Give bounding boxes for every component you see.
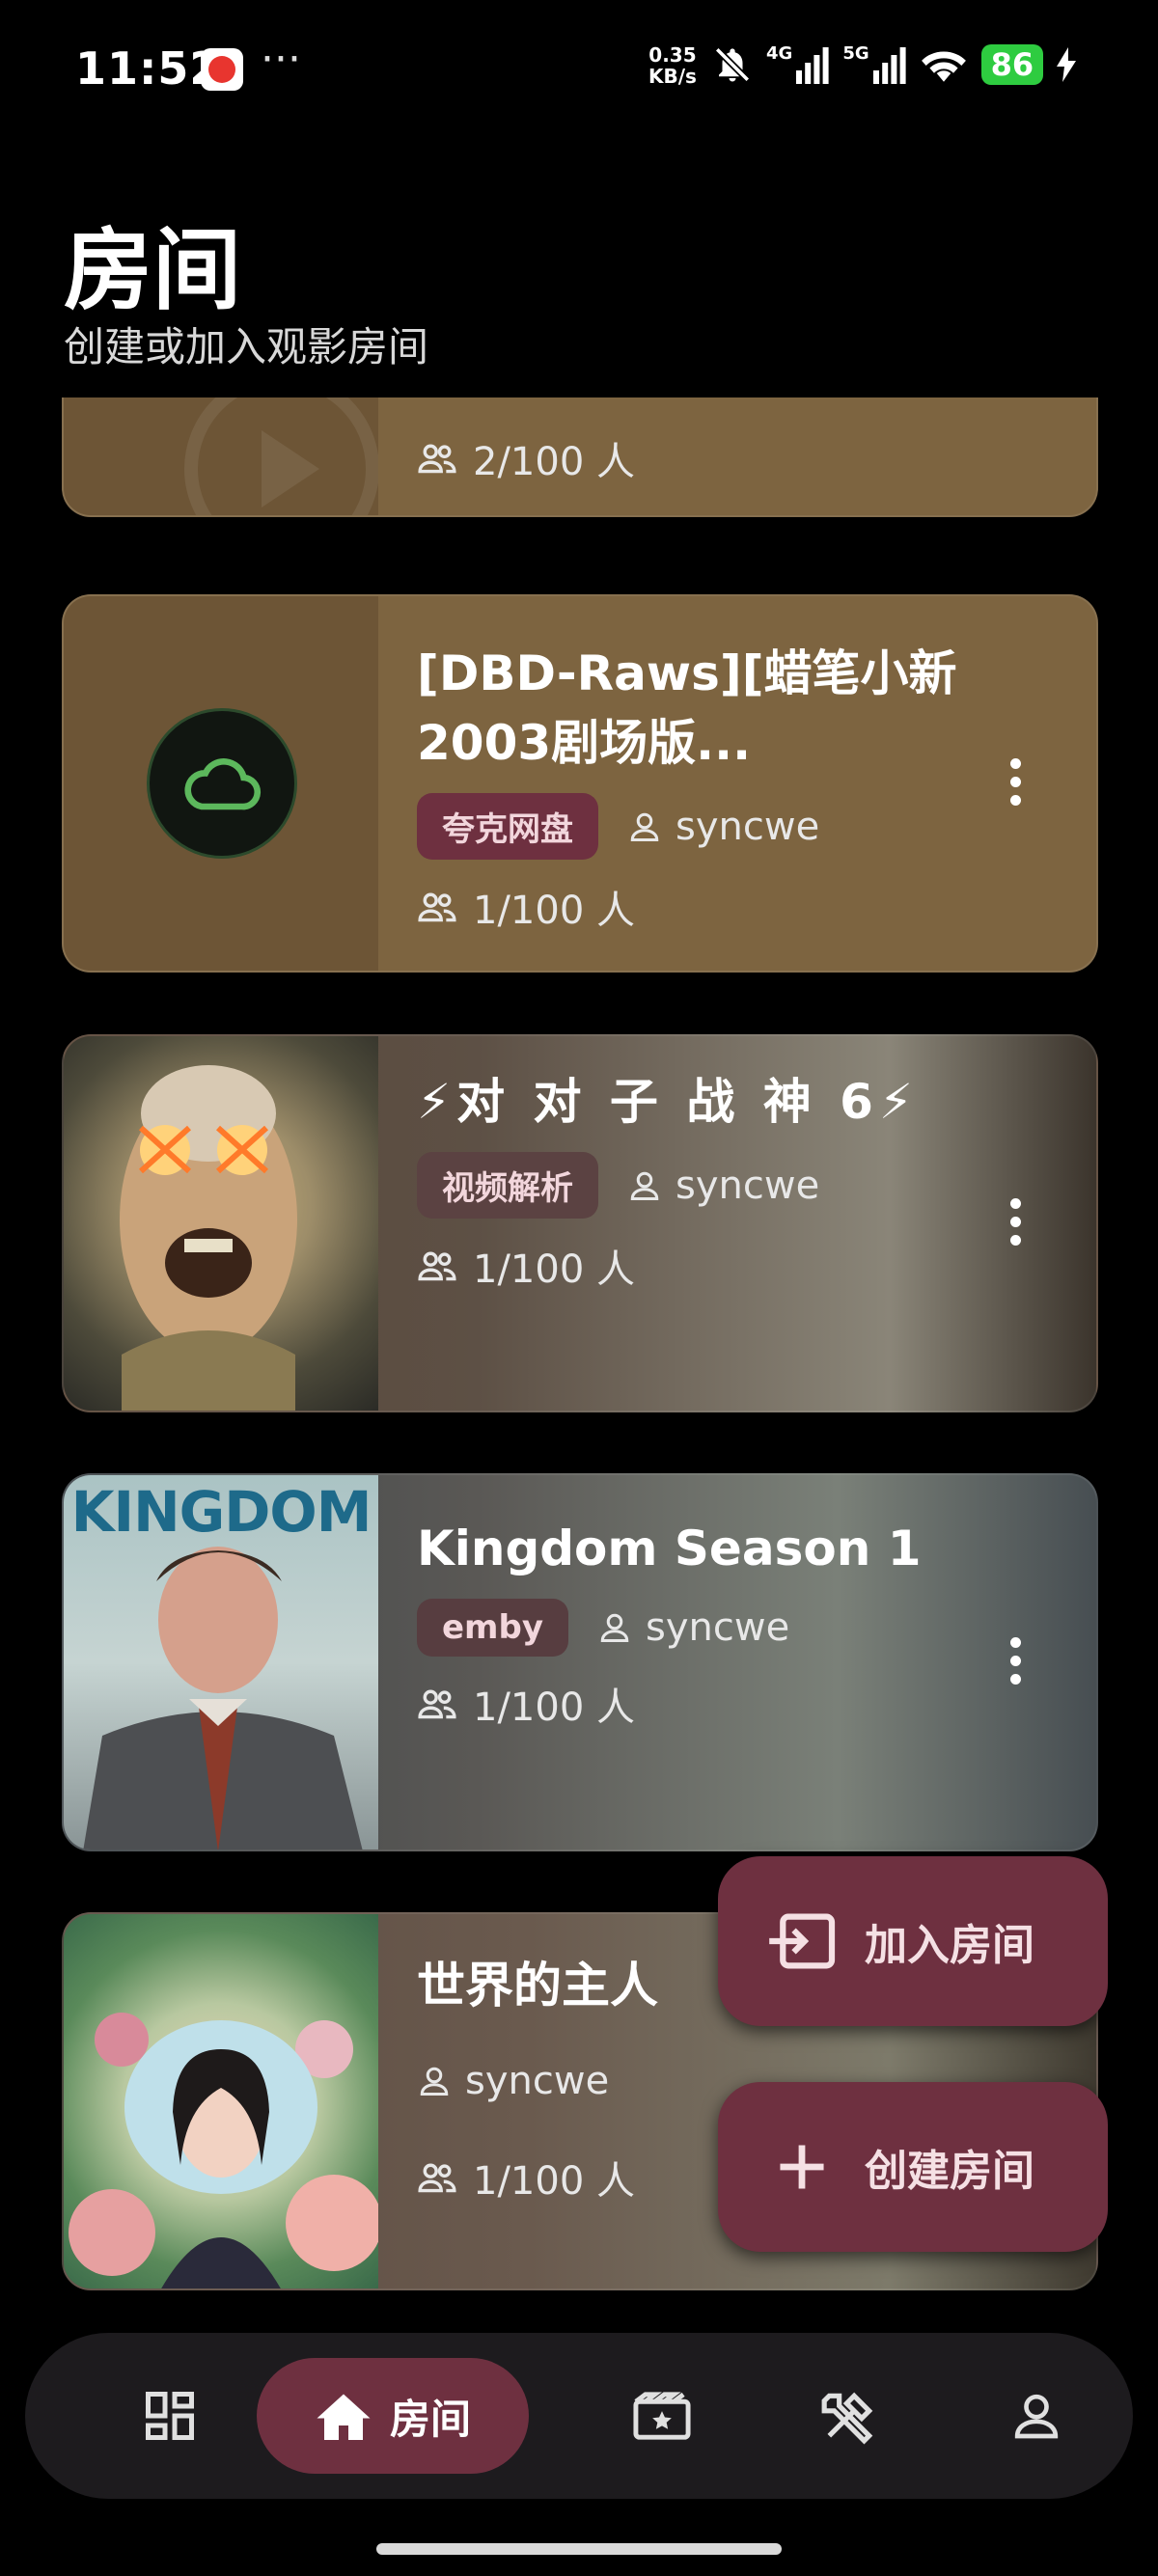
room-thumbnail bbox=[64, 397, 378, 515]
source-tag: 视频解析 bbox=[417, 1152, 598, 1219]
room-meta: 视频解析 syncwe bbox=[417, 1152, 980, 1219]
member-count: 1/100 人 bbox=[417, 1676, 980, 1732]
source-tag: 夸克网盘 bbox=[417, 793, 598, 860]
nav-tools[interactable] bbox=[762, 2333, 936, 2499]
nav-profile[interactable] bbox=[950, 2333, 1123, 2499]
bottom-navigation: 房间 bbox=[25, 2333, 1133, 2499]
cloud-icon bbox=[184, 758, 262, 810]
battery-level: 86 bbox=[980, 44, 1044, 85]
room-thumbnail bbox=[64, 1036, 378, 1411]
status-bar: 11:52 ··· 0.35 KB/s 4G 5G 86 bbox=[0, 0, 1158, 145]
login-icon bbox=[769, 1913, 836, 1969]
source-tag: emby bbox=[417, 1599, 568, 1657]
room-title: [DBD-Raws][蜡笔小新2003剧场版... bbox=[417, 645, 957, 771]
room-menu-button[interactable] bbox=[1006, 1198, 1025, 1248]
room-meta: emby syncwe bbox=[417, 1599, 980, 1657]
room-card[interactable]: KINGDOM Kingdom Season 1 emby syncwe 1/1 bbox=[62, 1473, 1098, 1851]
room-thumbnail bbox=[64, 1914, 378, 2288]
room-title: ⚡对 对 子 战 神 6⚡ bbox=[417, 1074, 920, 1130]
room-thumbnail bbox=[64, 596, 378, 971]
member-count: 2/100 人 bbox=[417, 430, 635, 486]
movie-icon bbox=[633, 2392, 691, 2440]
signal-icon-1 bbox=[796, 47, 829, 84]
room-owner: syncwe bbox=[417, 2059, 609, 2103]
page-title: 房间 bbox=[64, 219, 242, 322]
person-icon bbox=[420, 2067, 449, 2096]
network-speed: 0.35 KB/s bbox=[648, 44, 697, 87]
play-icon bbox=[184, 397, 378, 515]
room-card[interactable]: 2/100 人 bbox=[62, 397, 1098, 517]
join-room-button[interactable]: 加入房间 bbox=[718, 1856, 1108, 2026]
network-speed-unit: KB/s bbox=[648, 65, 697, 88]
signal-icon-2 bbox=[872, 47, 906, 84]
meme-face-image bbox=[120, 1065, 297, 1411]
tools-icon bbox=[821, 2392, 873, 2445]
page-subtitle: 创建或加入观影房间 bbox=[64, 323, 429, 370]
room-thumbnail: KINGDOM bbox=[64, 1475, 378, 1850]
room-owner: syncwe bbox=[627, 805, 819, 849]
group-icon bbox=[418, 892, 456, 922]
group-icon bbox=[418, 1689, 456, 1719]
create-room-button[interactable]: 创建房间 bbox=[718, 2082, 1108, 2252]
nav-rooms[interactable]: 房间 bbox=[257, 2358, 529, 2474]
app-notification-icon bbox=[201, 48, 243, 91]
member-count: 1/100 人 bbox=[417, 879, 980, 935]
nav-dashboard[interactable] bbox=[83, 2333, 257, 2499]
person-icon bbox=[600, 1613, 629, 1642]
home-icon bbox=[317, 2394, 371, 2440]
room-owner: syncwe bbox=[627, 1164, 819, 1208]
network-speed-value: 0.35 bbox=[648, 43, 697, 67]
room-title: Kingdom Season 1 bbox=[417, 1521, 922, 1576]
person-icon bbox=[630, 1171, 659, 1200]
status-icons: 4G 5G 86 bbox=[712, 41, 1077, 89]
dashboard-icon bbox=[146, 2392, 194, 2440]
room-card[interactable]: ⚡对 对 子 战 神 6⚡ 视频解析 syncwe 1/100 人 bbox=[62, 1034, 1098, 1412]
nav-movies[interactable] bbox=[575, 2333, 749, 2499]
network-type-1: 4G bbox=[766, 42, 793, 64]
room-menu-button[interactable] bbox=[1006, 1637, 1025, 1687]
wifi-icon bbox=[921, 51, 966, 82]
poster-portrait-image bbox=[83, 1547, 363, 1850]
charging-icon bbox=[1057, 47, 1077, 82]
room-owner: syncwe bbox=[597, 1605, 789, 1650]
group-icon bbox=[418, 1251, 456, 1281]
more-notifications-icon: ··· bbox=[261, 35, 301, 84]
group-icon bbox=[418, 2163, 456, 2193]
person-icon bbox=[630, 812, 659, 841]
status-time: 11:52 bbox=[75, 42, 222, 95]
room-meta: 夸克网盘 syncwe bbox=[417, 793, 980, 860]
member-count: 1/100 人 bbox=[417, 1238, 980, 1294]
network-type-2: 5G bbox=[842, 42, 869, 64]
profile-icon bbox=[1014, 2394, 1059, 2439]
cloud-badge bbox=[147, 708, 297, 859]
poster-portrait-image bbox=[69, 2013, 378, 2288]
mute-bell-icon bbox=[714, 46, 751, 83]
room-menu-button[interactable] bbox=[1006, 758, 1025, 808]
plus-icon bbox=[780, 2145, 824, 2189]
group-icon bbox=[418, 444, 456, 474]
room-card[interactable]: [DBD-Raws][蜡笔小新2003剧场版... 夸克网盘 syncwe 1/… bbox=[62, 594, 1098, 973]
home-indicator[interactable] bbox=[376, 2543, 782, 2555]
